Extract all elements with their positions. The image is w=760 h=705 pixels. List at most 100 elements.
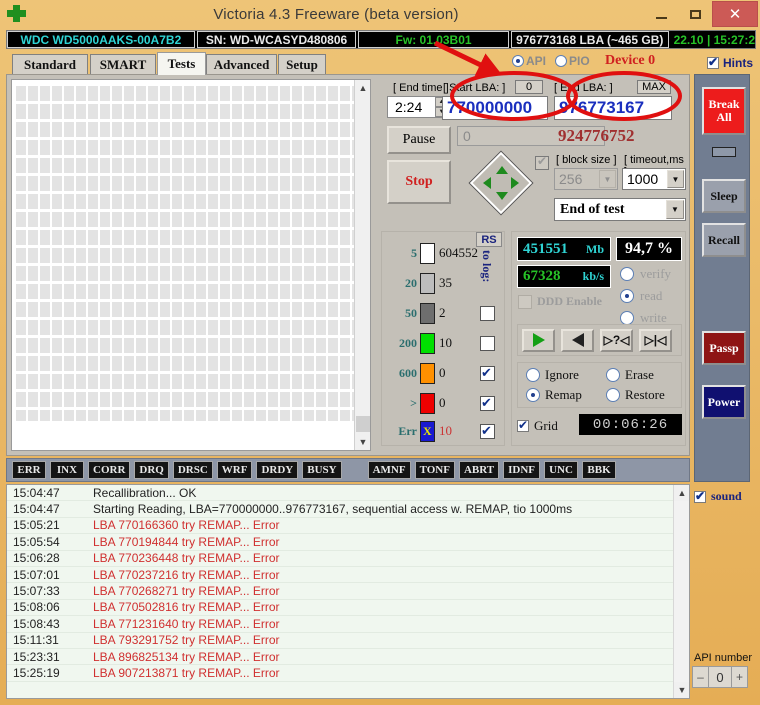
tab-setup[interactable]: Setup (278, 54, 326, 74)
recall-button[interactable]: Recall (702, 223, 746, 257)
maximize-button[interactable] (678, 1, 712, 27)
status-drsc[interactable]: DRSC (172, 461, 213, 479)
end-lba-input[interactable]: 976773167 (554, 96, 672, 120)
status-tonf[interactable]: TONF (414, 461, 455, 479)
action-erase[interactable]: Erase (606, 367, 654, 383)
drive-serial: SN: WD-WCASYD480806 (196, 31, 357, 48)
log-checkbox-over[interactable] (480, 394, 495, 411)
break-all-button[interactable]: Break All (702, 87, 746, 135)
minimize-button[interactable] (644, 1, 678, 27)
scroll-down-icon[interactable]: ▼ (355, 434, 370, 450)
surface-map-scrollbar[interactable]: ▲ ▼ (354, 80, 370, 450)
butterfly-seek-button[interactable]: ▷|◁ (639, 328, 672, 352)
op-verify[interactable]: verify (620, 266, 671, 282)
status-drdy[interactable]: DRDY (256, 461, 299, 479)
grid-checkbox[interactable] (517, 418, 529, 432)
action-restore[interactable]: Restore (606, 387, 665, 403)
surface-map[interactable]: ▲ ▼ (11, 79, 371, 451)
stop-button[interactable]: Stop (387, 160, 451, 204)
pause-button[interactable]: Pause (387, 126, 451, 154)
api-number-decrement[interactable]: – (692, 666, 709, 688)
read-radio[interactable] (620, 289, 634, 303)
pio-radio[interactable] (555, 55, 568, 67)
scroll-up-icon[interactable]: ▲ (674, 485, 689, 501)
status-inx[interactable]: INX (50, 461, 84, 479)
ddd-enable-toggle[interactable]: DDD Enable (518, 294, 602, 309)
block-size-select[interactable]: 256 ▼ (554, 168, 618, 190)
random-seek-button[interactable]: ▷?◁ (600, 328, 633, 352)
log-checkbox-err[interactable] (480, 422, 495, 439)
op-read[interactable]: read (620, 288, 662, 304)
tab-tests[interactable]: Tests (157, 52, 206, 75)
log-panel[interactable]: 15:04:47 Recallibration... OK 15:04:47 S… (6, 484, 690, 699)
status-bbk[interactable]: BBK (582, 461, 617, 479)
remap-radio[interactable] (526, 388, 540, 402)
legend-swatch (420, 332, 435, 354)
api-radio[interactable] (512, 55, 524, 67)
api-number-increment[interactable]: + (731, 666, 748, 688)
tab-smart[interactable]: SMART (90, 54, 156, 74)
log-checkbox-600[interactable] (480, 364, 495, 381)
write-radio[interactable] (620, 311, 634, 325)
api-number-value[interactable]: 0 (709, 666, 731, 688)
sound-toggle[interactable]: sound (694, 489, 742, 504)
speed-unit: kb/s (582, 269, 604, 283)
status-corr[interactable]: CORR (88, 461, 131, 479)
scroll-up-icon[interactable]: ▲ (355, 80, 370, 96)
end-of-test-select[interactable]: End of test ▼ (554, 198, 686, 221)
status-busy[interactable]: BUSY (302, 461, 342, 479)
sleep-button[interactable]: Sleep (702, 179, 746, 213)
chevron-down-icon[interactable]: ▼ (666, 200, 684, 219)
hints-checkbox[interactable] (707, 55, 719, 69)
direction-pad[interactable] (469, 151, 533, 215)
start-lba-reset-button[interactable]: 0 (515, 80, 543, 94)
scrollbar-thumb[interactable] (356, 416, 370, 432)
log-checkbox-50[interactable] (480, 306, 495, 321)
chevron-down-icon[interactable]: ▼ (599, 170, 616, 188)
elapsed-timer-value: 00:06:26 (592, 416, 669, 433)
ignore-radio[interactable] (526, 368, 540, 382)
scroll-down-icon[interactable]: ▼ (674, 682, 689, 698)
play-forward-button[interactable] (522, 328, 555, 352)
ddd-enable-label: DDD Enable (537, 294, 603, 308)
dpad-enable-checkbox[interactable] (535, 154, 549, 175)
dpad-up-icon[interactable] (496, 166, 508, 174)
action-remap[interactable]: Remap (526, 387, 582, 403)
action-ignore[interactable]: Ignore (526, 367, 579, 383)
status-err[interactable]: ERR (12, 461, 46, 479)
status-unc[interactable]: UNC (544, 461, 579, 479)
dpad-down-icon[interactable] (496, 192, 508, 200)
status-amnf[interactable]: AMNF (367, 461, 411, 479)
api-number-stepper[interactable]: – 0 + (692, 666, 748, 688)
hints-toggle[interactable]: Hints (707, 55, 753, 70)
chevron-down-icon[interactable]: ▼ (667, 170, 684, 188)
legend-swatch (420, 362, 435, 384)
end-lba-max-button[interactable]: MAX (637, 80, 671, 94)
power-button[interactable]: Power (702, 385, 746, 419)
dpad-left-icon[interactable] (483, 177, 491, 189)
log-message: LBA 770268271 try REMAP... Error (93, 584, 280, 599)
passport-button[interactable]: Passp (702, 331, 746, 365)
log-scrollbar[interactable]: ▲ ▼ (673, 485, 689, 698)
status-abrt[interactable]: ABRT (458, 461, 500, 479)
megabytes-unit: Mb (586, 241, 604, 256)
timeout-select[interactable]: 1000 ▼ (622, 168, 686, 190)
close-button[interactable]: ✕ (712, 1, 758, 27)
erase-radio[interactable] (606, 368, 620, 382)
start-lba-input[interactable]: 770000000 (442, 96, 548, 120)
log-row: 15:05:21 LBA 770166360 try REMAP... Erro… (7, 518, 689, 535)
log-message: LBA 771231640 try REMAP... Error (93, 616, 280, 631)
play-backward-button[interactable] (561, 328, 594, 352)
status-drq[interactable]: DRQ (134, 461, 169, 479)
rs-button[interactable]: RS (476, 232, 502, 247)
restore-radio[interactable] (606, 388, 620, 402)
sound-checkbox[interactable] (694, 489, 706, 503)
log-checkbox-200[interactable] (480, 336, 495, 351)
dpad-right-icon[interactable] (511, 177, 519, 189)
verify-radio[interactable] (620, 267, 634, 281)
tab-advanced[interactable]: Advanced (206, 54, 277, 74)
ddd-enable-checkbox[interactable] (518, 294, 532, 309)
status-idnf[interactable]: IDNF (503, 461, 541, 479)
status-wrf[interactable]: WRF (216, 461, 253, 479)
tab-standard[interactable]: Standard (12, 54, 88, 74)
